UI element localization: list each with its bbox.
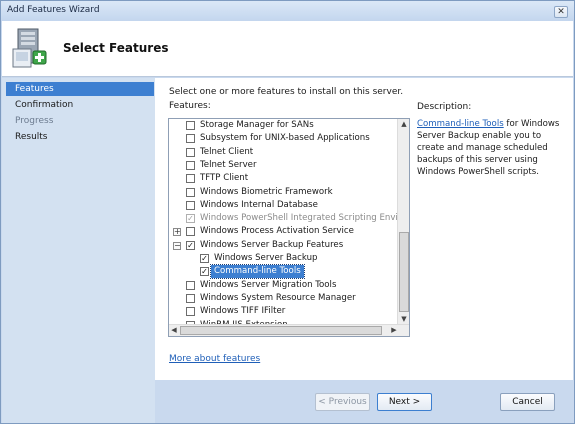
feature-row[interactable]: + Windows Process Activation Service bbox=[169, 225, 399, 238]
horizontal-scrollbar[interactable]: ◀ ▶ bbox=[169, 324, 409, 336]
features-label: Features: bbox=[169, 101, 211, 111]
wizard-steps-nav: Features Confirmation Progress Results bbox=[2, 78, 155, 423]
feature-label: Windows Biometric Framework bbox=[200, 186, 333, 197]
scroll-up-icon[interactable]: ▲ bbox=[399, 119, 409, 129]
feature-row[interactable]: ✓ Command-line Tools bbox=[169, 264, 399, 280]
vertical-scrollbar[interactable]: ▲ ▼ bbox=[397, 119, 409, 324]
page-title: Select Features bbox=[63, 41, 169, 55]
feature-label: Subsystem for UNIX-based Applications bbox=[200, 133, 370, 144]
feature-checkbox[interactable] bbox=[186, 147, 195, 157]
feature-label: Windows Process Activation Service bbox=[200, 226, 354, 237]
feature-row[interactable]: Windows Biometric Framework bbox=[169, 186, 399, 199]
feature-checkbox[interactable]: ✓ bbox=[186, 240, 195, 250]
feature-checkbox[interactable]: ✓ bbox=[200, 267, 209, 277]
feature-row[interactable]: ✓ Windows Server Backup bbox=[169, 252, 399, 265]
description-text: Command-line Tools for Windows Server Ba… bbox=[417, 118, 567, 178]
feature-label: Telnet Server bbox=[200, 159, 257, 170]
feature-checkbox[interactable] bbox=[186, 174, 195, 184]
nav-step-results[interactable]: Results bbox=[6, 130, 154, 144]
feature-checkbox: ✓ bbox=[186, 214, 195, 224]
feature-label: Windows System Resource Manager bbox=[200, 292, 356, 303]
close-icon: ✕ bbox=[557, 7, 565, 17]
feature-label: Telnet Client bbox=[200, 146, 254, 157]
wizard-footer: < Previous Next > Cancel bbox=[155, 380, 573, 423]
feature-label: Windows PowerShell Integrated Scripting … bbox=[200, 213, 410, 224]
feature-checkbox[interactable] bbox=[186, 187, 195, 197]
feature-checkbox[interactable] bbox=[186, 227, 195, 237]
feature-row[interactable]: Windows TIFF IFilter bbox=[169, 305, 399, 318]
feature-label: Windows Internal Database bbox=[200, 199, 318, 210]
description-title: Description: bbox=[417, 102, 472, 112]
feature-label: Windows Server Migration Tools bbox=[200, 279, 337, 290]
scroll-left-icon[interactable]: ◀ bbox=[169, 325, 179, 336]
feature-row[interactable]: TFTP Client bbox=[169, 172, 399, 185]
content-panel: Select one or more features to install o… bbox=[155, 78, 573, 380]
feature-row[interactable]: ✓ Windows PowerShell Integrated Scripting… bbox=[169, 212, 409, 225]
feature-checkbox[interactable] bbox=[186, 121, 195, 130]
expand-icon[interactable]: + bbox=[173, 228, 181, 237]
feature-label: Storage Manager for SANs bbox=[200, 120, 314, 130]
description-link[interactable]: Command-line Tools bbox=[417, 119, 504, 129]
feature-row[interactable]: Windows Internal Database bbox=[169, 199, 399, 212]
feature-label: Windows Server Backup Features bbox=[200, 239, 344, 250]
nav-step-progress: Progress bbox=[15, 116, 54, 126]
window-title: Add Features Wizard bbox=[7, 5, 100, 15]
feature-row[interactable]: Telnet Server bbox=[169, 159, 399, 172]
feature-checkbox[interactable] bbox=[186, 280, 195, 290]
feature-label: Command-line Tools bbox=[210, 264, 305, 280]
more-about-features-link[interactable]: More about features bbox=[169, 354, 260, 364]
feature-label: Windows Server Backup bbox=[214, 253, 318, 263]
nav-step-features[interactable]: Features bbox=[6, 82, 154, 96]
feature-checkbox[interactable] bbox=[186, 293, 195, 303]
server-install-icon bbox=[12, 28, 47, 68]
scroll-right-icon[interactable]: ▶ bbox=[389, 325, 399, 336]
next-button[interactable]: Next > bbox=[377, 393, 432, 411]
feature-row[interactable]: Windows System Resource Manager bbox=[169, 292, 399, 305]
vertical-scroll-thumb[interactable] bbox=[399, 232, 409, 312]
close-button[interactable]: ✕ bbox=[554, 6, 568, 18]
nav-step-confirmation[interactable]: Confirmation bbox=[6, 98, 154, 112]
cancel-button[interactable]: Cancel bbox=[500, 393, 555, 411]
feature-label: TFTP Client bbox=[200, 173, 249, 184]
feature-checkbox[interactable] bbox=[186, 307, 195, 317]
collapse-icon[interactable]: − bbox=[173, 241, 181, 250]
feature-row[interactable]: Subsystem for UNIX-based Applications bbox=[169, 132, 399, 145]
feature-checkbox[interactable] bbox=[186, 134, 195, 144]
intro-text: Select one or more features to install o… bbox=[169, 87, 404, 97]
horizontal-scroll-thumb[interactable] bbox=[180, 326, 382, 335]
features-tree[interactable]: WinRM IIS ExtensionWindows TIFF IFilterW… bbox=[168, 118, 410, 337]
feature-row[interactable]: Windows Server Migration Tools bbox=[169, 279, 399, 292]
wizard-window: Add Features Wizard ✕ Select Features Fe… bbox=[0, 0, 575, 424]
previous-button: < Previous bbox=[315, 393, 370, 411]
feature-row[interactable]: Storage Manager for SANs bbox=[169, 119, 399, 132]
feature-row[interactable]: − ✓ Windows Server Backup Features bbox=[169, 239, 399, 252]
feature-label: Windows TIFF IFilter bbox=[200, 306, 286, 317]
wizard-header: Select Features bbox=[2, 21, 573, 77]
scroll-down-icon[interactable]: ▼ bbox=[399, 314, 409, 324]
feature-checkbox[interactable] bbox=[186, 160, 195, 170]
feature-row[interactable]: Telnet Client bbox=[169, 146, 399, 159]
title-bar[interactable]: Add Features Wizard ✕ bbox=[1, 1, 574, 21]
feature-checkbox[interactable]: ✓ bbox=[200, 254, 209, 263]
feature-checkbox[interactable] bbox=[186, 200, 195, 210]
